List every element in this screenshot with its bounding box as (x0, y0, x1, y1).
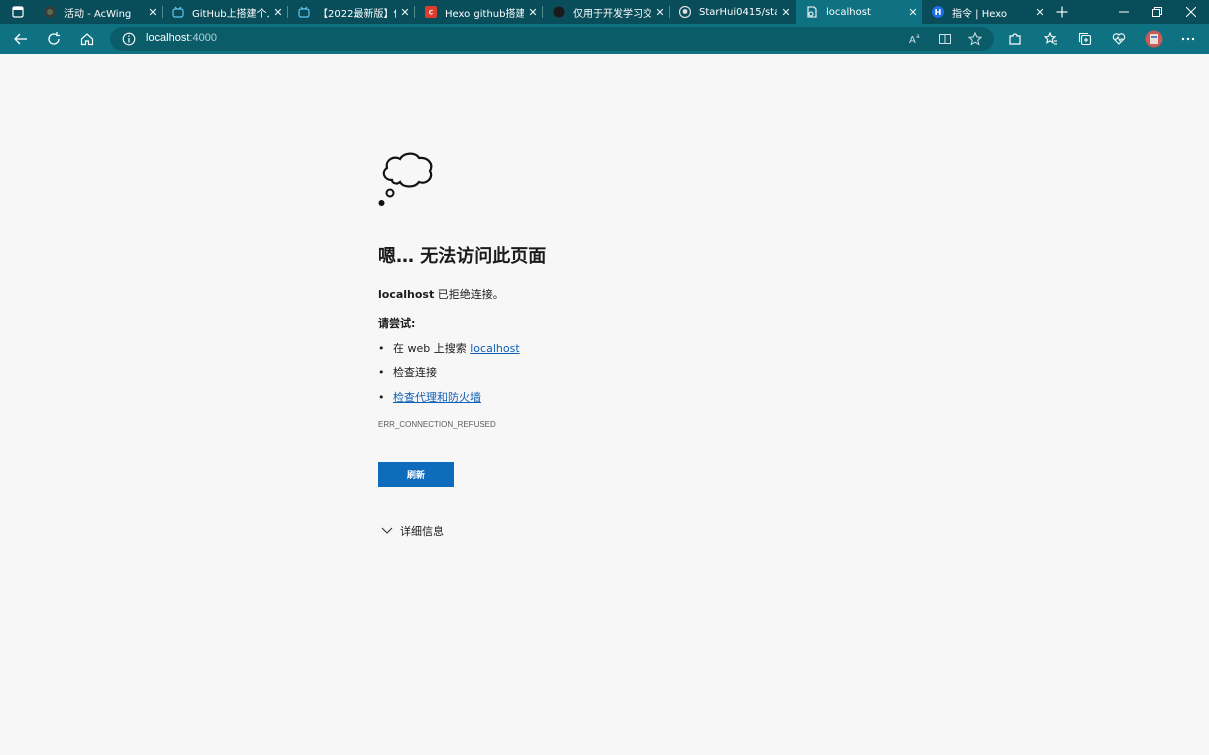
minimize-icon (1119, 11, 1129, 13)
extensions-button[interactable] (1001, 24, 1029, 54)
tab-localhost[interactable]: localhost ✕ (796, 0, 922, 24)
close-window-button[interactable] (1177, 0, 1205, 24)
close-icon[interactable]: ✕ (904, 6, 922, 19)
performance-button[interactable] (1105, 24, 1133, 54)
details-toggle[interactable]: 详细信息 (378, 523, 444, 539)
tab-title: 【2022最新版】保 (318, 8, 396, 20)
close-icon[interactable]: ✕ (651, 6, 669, 19)
home-button[interactable] (73, 24, 101, 54)
tab-hexo-github[interactable]: C Hexo github搭建个 ✕ (415, 0, 542, 24)
plus-icon (1056, 6, 1068, 18)
list-item: • 检查连接 (378, 366, 437, 379)
collections-button[interactable] (1071, 24, 1099, 54)
page-title: 嗯… 无法访问此页面 (378, 246, 547, 267)
collections-icon (1078, 32, 1092, 46)
back-button[interactable] (7, 24, 35, 54)
hexo-icon: H (932, 6, 944, 18)
favorites-button[interactable] (1037, 24, 1065, 54)
favorites-icon (1044, 32, 1057, 45)
close-icon[interactable]: ✕ (396, 6, 414, 19)
page-icon (806, 6, 818, 18)
search-prefix: 在 web 上搜索 (393, 342, 471, 355)
tab-starhui-repo[interactable]: StarHui0415/starh ✕ (669, 0, 795, 24)
address-bar[interactable]: localhost:4000 Aa (110, 27, 994, 51)
check-proxy-firewall-link[interactable]: 检查代理和防火墙 (393, 391, 481, 404)
star-icon[interactable] (968, 32, 982, 46)
svg-text:a: a (916, 33, 920, 40)
list-item: • 检查代理和防火墙 (378, 391, 481, 404)
close-icon[interactable]: ✕ (524, 6, 542, 19)
more-icon (1181, 37, 1195, 41)
chevron-down-icon (381, 527, 393, 534)
restore-button[interactable] (1143, 0, 1171, 24)
info-icon[interactable] (122, 32, 136, 46)
tab-dev-learning[interactable]: 仅用于开发学习交 ✕ (543, 0, 669, 24)
tab-actions-button[interactable] (4, 0, 32, 24)
tab-strip: 活动 - AcWing ✕ GitHub上搭建个人 ✕ 【2022最新版】保 ✕… (0, 0, 1209, 24)
settings-more-button[interactable] (1174, 24, 1202, 54)
tab-hexo-commands[interactable]: H 指令 | Hexo ✕ (922, 0, 1049, 24)
address-port: :4000 (189, 32, 217, 44)
bilibili-icon (298, 6, 310, 18)
avatar (1145, 30, 1163, 48)
tab-title: StarHui0415/starh (699, 6, 777, 18)
address-host: localhost (146, 32, 190, 44)
details-label: 详细信息 (400, 525, 444, 538)
tab-title: GitHub上搭建个人 (192, 8, 269, 20)
svg-text:C: C (429, 10, 434, 17)
error-code: ERR_CONNECTION_REFUSED (378, 420, 496, 429)
close-icon (1186, 7, 1196, 17)
bilibili-icon (172, 6, 184, 18)
list-item: • 在 web 上搜索 localhost (378, 342, 520, 355)
refused-text: 已拒绝连接。 (434, 288, 504, 301)
refused-message: localhost 已拒绝连接。 (378, 286, 504, 302)
acwing-icon (44, 6, 56, 18)
close-icon[interactable]: ✕ (144, 6, 162, 19)
close-icon[interactable]: ✕ (269, 6, 287, 19)
csdn-icon: C (425, 6, 437, 18)
tab-title: Hexo github搭建个 (445, 8, 524, 20)
address-text: localhost:4000 (146, 32, 217, 44)
reader-view-icon[interactable] (938, 32, 952, 46)
tab-title: 指令 | Hexo (952, 8, 1007, 20)
tab-title: 活动 - AcWing (64, 8, 132, 20)
tab-title: localhost (826, 6, 871, 18)
close-icon[interactable]: ✕ (1031, 6, 1049, 19)
thought-cloud-icon (378, 152, 433, 206)
close-icon[interactable]: ✕ (777, 6, 795, 19)
tab-acwing[interactable]: 活动 - AcWing ✕ (34, 0, 162, 24)
new-tab-button[interactable] (1048, 0, 1076, 24)
host-name: localhost (378, 288, 435, 301)
tab-actions-icon (12, 6, 24, 18)
profile-button[interactable] (1140, 24, 1168, 54)
arrow-left-icon (14, 33, 27, 45)
try-label: 请尝试: (378, 317, 416, 330)
refresh-page-button[interactable]: 刷新 (378, 462, 454, 487)
dark-icon (553, 6, 565, 18)
heart-pulse-icon (1112, 33, 1126, 45)
puzzle-icon (1009, 33, 1021, 45)
restore-icon (1152, 7, 1162, 17)
read-aloud-icon[interactable]: Aa (908, 32, 922, 46)
github-icon (679, 6, 691, 18)
tab-2022-video[interactable]: 【2022最新版】保 ✕ (288, 0, 414, 24)
minimize-button[interactable] (1110, 0, 1138, 24)
svg-text:A: A (909, 35, 916, 46)
search-web-link[interactable]: localhost (470, 342, 519, 355)
svg-text:H: H (935, 8, 942, 17)
home-icon (80, 33, 94, 46)
tab-title: 仅用于开发学习交 (573, 8, 651, 20)
browser-toolbar: localhost:4000 Aa (0, 24, 1209, 54)
tab-github-blog[interactable]: GitHub上搭建个人 ✕ (162, 0, 287, 24)
refresh-icon (48, 32, 60, 45)
refresh-button[interactable] (40, 24, 68, 54)
check-connection-text: 检查连接 (393, 366, 437, 379)
